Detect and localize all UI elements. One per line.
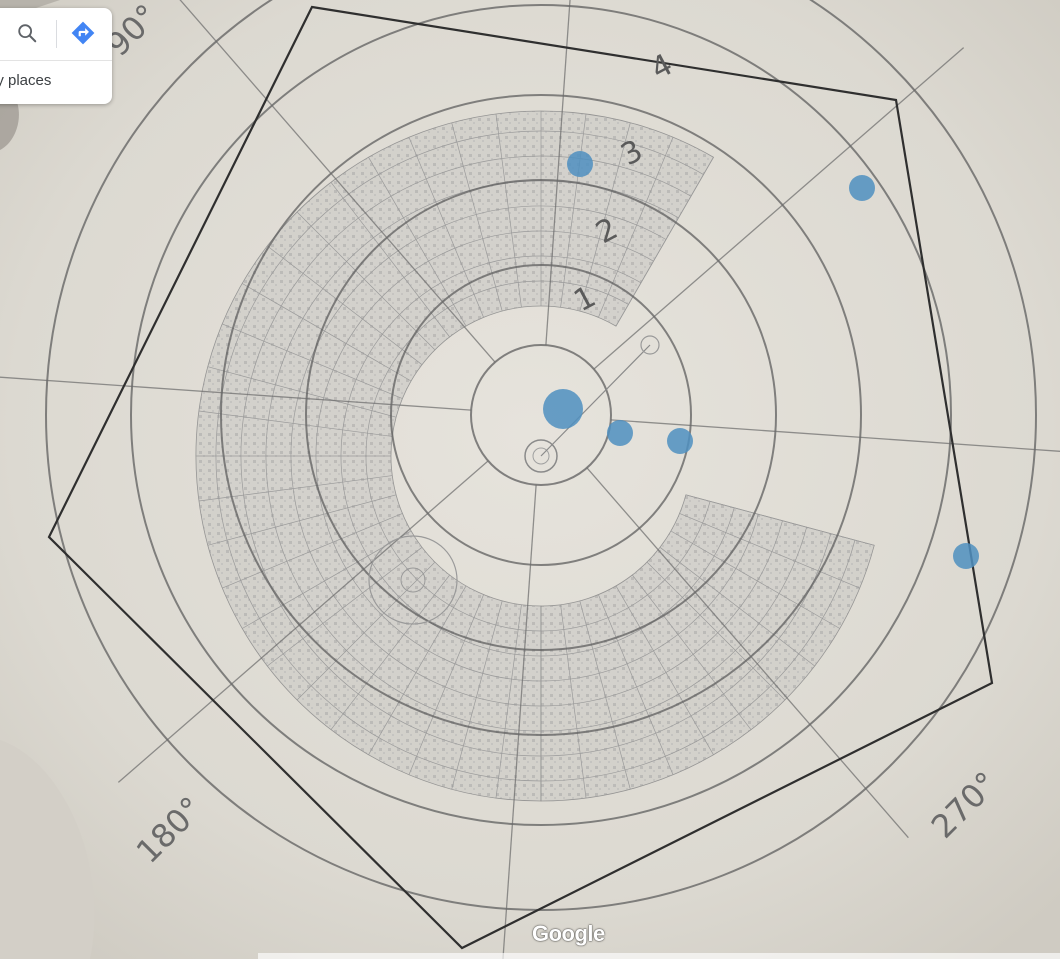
blue-dot-marker[interactable] (953, 543, 979, 569)
map-canvas[interactable]: 1 2 3 4 90° 180° 270° 0° (0, 0, 1060, 959)
map-overlay: 1 2 3 4 90° 180° 270° 0° (0, 0, 1060, 959)
map-attribution-bar (258, 953, 1060, 959)
directions-icon[interactable] (70, 20, 96, 46)
search-panel: py places (0, 8, 112, 104)
divider (56, 20, 57, 48)
blue-dot-marker[interactable] (849, 175, 875, 201)
blue-dot-marker[interactable] (667, 428, 693, 454)
blue-dot-marker[interactable] (607, 420, 633, 446)
search-row[interactable] (0, 8, 112, 61)
blue-dot-marker[interactable] (543, 389, 583, 429)
nearby-places-suggestion[interactable]: py places (0, 72, 51, 89)
search-icon[interactable] (16, 22, 38, 44)
blue-dot-marker[interactable] (567, 151, 593, 177)
google-logo: Google (532, 921, 605, 946)
